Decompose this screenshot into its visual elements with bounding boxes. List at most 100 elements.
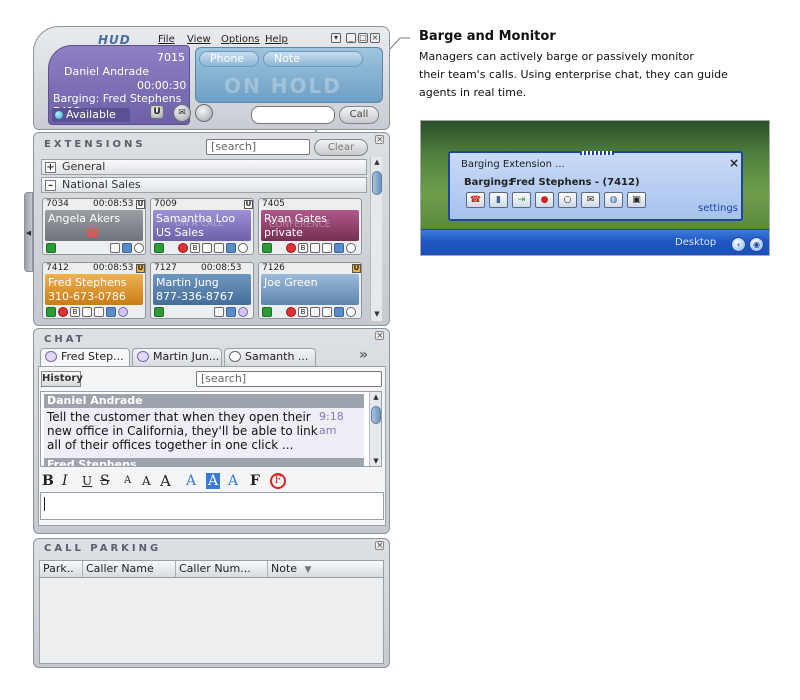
scroll-thumb[interactable] — [372, 171, 382, 195]
email-icon[interactable]: ✉ — [173, 104, 191, 122]
tab-phone[interactable]: Phone — [199, 51, 259, 67]
dialog-close-icon[interactable]: × — [729, 156, 739, 170]
mobile-icon[interactable] — [106, 307, 116, 317]
email-icon[interactable] — [214, 307, 224, 317]
chat-search-input[interactable]: [search] — [196, 371, 382, 387]
transfer-icon[interactable]: ⇥ — [512, 192, 531, 208]
record-icon[interactable] — [178, 243, 188, 253]
monitor-icon[interactable] — [82, 307, 92, 317]
mobile-icon[interactable] — [334, 307, 344, 317]
history-button[interactable]: History — [41, 371, 83, 387]
chat-tab[interactable]: Martin Jun... — [132, 348, 222, 366]
mobile-icon[interactable] — [122, 243, 132, 253]
email-icon[interactable] — [214, 243, 224, 253]
chat-compose-input[interactable] — [40, 492, 384, 520]
chat-icon[interactable] — [238, 307, 248, 317]
globe-icon[interactable]: ◍ — [604, 192, 623, 208]
extension-tile[interactable]: 7127 00:08:53 Martin Jung 877-336-8767 — [150, 262, 254, 319]
record-icon[interactable] — [286, 243, 296, 253]
scroll-up-icon[interactable]: ▲ — [371, 157, 383, 167]
availability-selector[interactable]: Available — [52, 108, 130, 122]
more-tabs-icon[interactable]: » — [359, 347, 368, 363]
barge-icon[interactable]: B — [190, 243, 200, 253]
scroll-up-icon[interactable]: ▲ — [370, 392, 381, 402]
barge-icon[interactable]: B — [70, 307, 80, 317]
parking-close-icon[interactable]: × — [375, 541, 384, 551]
column-caller-name[interactable]: Caller Name — [83, 561, 176, 577]
menu-help[interactable]: Help — [265, 34, 288, 45]
bold-button[interactable]: B — [42, 472, 54, 490]
column-caller-number[interactable]: Caller Num... — [176, 561, 268, 577]
dial-input[interactable] — [251, 106, 335, 124]
group-general[interactable]: + General — [41, 159, 367, 175]
transfer-icon[interactable] — [154, 243, 164, 253]
column-note[interactable]: Note ▼ — [268, 561, 385, 577]
highlight-button[interactable]: A — [206, 473, 221, 489]
email-icon[interactable]: ✉ — [581, 192, 600, 208]
mobile-icon[interactable] — [226, 243, 236, 253]
record-icon[interactable] — [58, 307, 68, 317]
monitor-icon[interactable] — [310, 307, 320, 317]
transfer-icon[interactable] — [262, 307, 272, 317]
transfer-icon[interactable] — [154, 307, 164, 317]
menu-view[interactable]: View — [187, 34, 211, 45]
extension-tile[interactable]: 7412 00:08:53 U Fred Stephens 310-673-07… — [42, 262, 146, 319]
email-icon[interactable] — [322, 307, 332, 317]
u-badge-icon[interactable]: U — [150, 105, 164, 119]
chat-icon[interactable] — [238, 243, 248, 253]
mobile-icon[interactable] — [334, 243, 344, 253]
chat-tab[interactable]: Fred Step... — [40, 348, 130, 366]
chat-close-icon[interactable]: × — [375, 331, 384, 341]
chat-icon[interactable] — [346, 307, 356, 317]
dialog-grip[interactable] — [580, 151, 614, 155]
extension-tile[interactable]: 7405 CONFERENCE Ryan Gates private B — [258, 198, 362, 255]
chat-icon[interactable] — [346, 243, 356, 253]
font-larger-button[interactable]: A — [160, 472, 171, 490]
mobile-icon[interactable] — [226, 307, 236, 317]
extensions-search-input[interactable]: [search] — [206, 139, 310, 155]
collapse-icon[interactable]: – — [45, 180, 56, 191]
minimize-icon[interactable]: _ — [346, 33, 356, 43]
scroll-down-icon[interactable]: ▼ — [370, 456, 381, 466]
maximize-icon[interactable]: □ — [358, 33, 368, 43]
extensions-close-icon[interactable]: × — [375, 135, 384, 145]
transfer-icon[interactable] — [262, 243, 272, 253]
expand-icon[interactable]: + — [45, 162, 56, 173]
chat-icon[interactable] — [118, 307, 128, 317]
underline-button[interactable]: U — [82, 472, 92, 490]
record-icon[interactable]: ● — [535, 192, 554, 208]
extension-tile[interactable]: 7034 00:08:53 U Angela Akers ☎ — [42, 198, 146, 255]
chat-scrollbar[interactable]: ▲ ▼ — [369, 392, 381, 466]
close-icon[interactable]: × — [370, 33, 380, 43]
menu-file[interactable]: File — [158, 34, 175, 45]
extensions-scrollbar[interactable]: ▲ ▼ — [370, 157, 382, 321]
tab-note[interactable]: Note — [263, 51, 363, 67]
collapse-handle[interactable]: ◀ — [24, 192, 33, 272]
font-normal-button[interactable]: A — [142, 472, 151, 490]
no-format-icon[interactable]: F — [270, 473, 286, 489]
settings-link[interactable]: settings — [698, 203, 738, 214]
column-park[interactable]: Park.. — [40, 561, 83, 577]
font-button[interactable]: F — [250, 472, 260, 490]
barge-icon[interactable]: B — [298, 307, 308, 317]
taskbar-desktop-label[interactable]: Desktop — [675, 237, 716, 248]
dropdown-icon[interactable]: ▾ — [331, 33, 341, 43]
contact-card-icon[interactable]: ▣ — [627, 192, 646, 208]
barge-icon[interactable]: B — [298, 243, 308, 253]
chat-tab[interactable]: Samanth ... — [224, 348, 316, 366]
email-icon[interactable] — [322, 243, 332, 253]
group-national-sales[interactable]: – National Sales — [41, 177, 367, 193]
extension-tile[interactable]: 7126 U Joe Green B — [258, 262, 362, 319]
record-icon[interactable] — [286, 307, 296, 317]
transfer-icon[interactable] — [46, 243, 56, 253]
record-icon[interactable] — [195, 104, 213, 122]
scroll-thumb[interactable] — [371, 406, 381, 424]
hangup-icon[interactable]: ☎ — [466, 192, 485, 208]
email-icon[interactable] — [110, 243, 120, 253]
menu-options[interactable]: Options — [221, 34, 260, 45]
call-button[interactable]: Call — [339, 106, 379, 124]
font-smaller-button[interactable]: A — [124, 472, 131, 490]
tray-app-icon[interactable]: ◉ — [749, 237, 764, 252]
chat-icon[interactable] — [134, 243, 144, 253]
chat-icon[interactable]: ○ — [558, 192, 577, 208]
